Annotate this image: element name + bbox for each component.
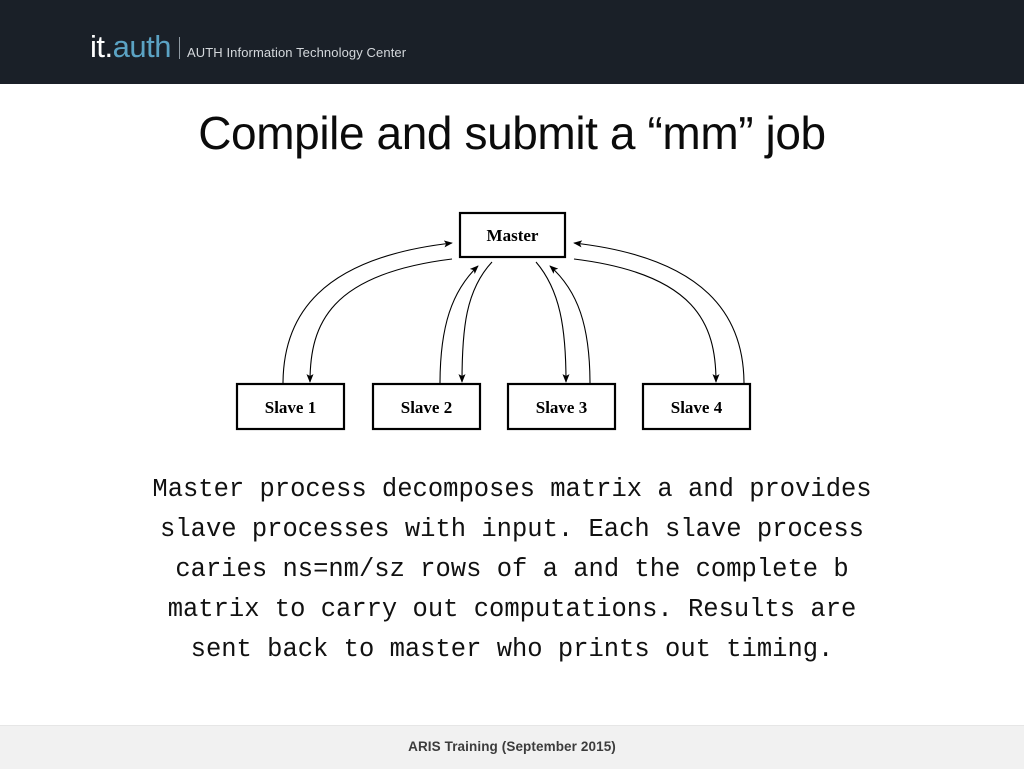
body-line-5: sent back to master who prints out timin… [190,635,834,664]
body-line-2: slave processes with input. Each slave p… [160,515,864,544]
edge-slave4-to-master [573,240,745,385]
node-slave-4[interactable]: Slave 4 [641,382,752,431]
node-master-label: Master [487,226,539,245]
brand-accent-text: auth [112,29,172,64]
slide-body-text: Master process decomposes matrix a and p… [12,470,1012,670]
node-slave-1-label: Slave 1 [265,398,316,417]
node-slave-4-label: Slave 4 [671,398,723,417]
edge-master-to-slave1 [306,258,453,383]
master-slave-diagram: Master Slave 1 Slave 2 Slave 3 Slave 4 [0,196,1024,446]
edge-slave1-to-master [282,240,453,385]
footer-bar: ARIS Training (September 2015) [0,725,1024,769]
node-slave-2-label: Slave 2 [401,398,452,417]
page-title: Compile and submit a “mm” job [198,107,826,159]
node-slave-3[interactable]: Slave 3 [506,382,617,431]
brand-logo: it. auth AUTH Information Technology Cen… [90,29,406,65]
node-master[interactable]: Master [458,211,567,259]
body-line-1: Master process decomposes matrix a and p… [152,475,872,504]
top-header-bar: it. auth AUTH Information Technology Cen… [0,0,1024,84]
brand-divider [178,37,180,59]
footer-text: ARIS Training (September 2015) [408,739,616,754]
body-line-3: caries ns=nm/sz rows of a and the comple… [175,555,849,584]
diagram-canvas: Master Slave 1 Slave 2 Slave 3 Slave 4 [235,211,752,431]
edge-master-to-slave3 [535,261,570,383]
edge-master-to-slave4 [573,258,720,383]
edge-slave3-to-master [549,265,591,385]
body-line-4: matrix to carry out computations. Result… [167,595,857,624]
edge-master-to-slave2 [458,261,493,383]
brand-subtitle: AUTH Information Technology Center [186,45,407,60]
node-slave-2[interactable]: Slave 2 [371,382,482,431]
edge-slave2-to-master [439,265,479,385]
node-slave-1[interactable]: Slave 1 [235,382,346,431]
node-slave-3-label: Slave 3 [536,398,587,417]
brand-primary-text: it. [90,29,113,64]
